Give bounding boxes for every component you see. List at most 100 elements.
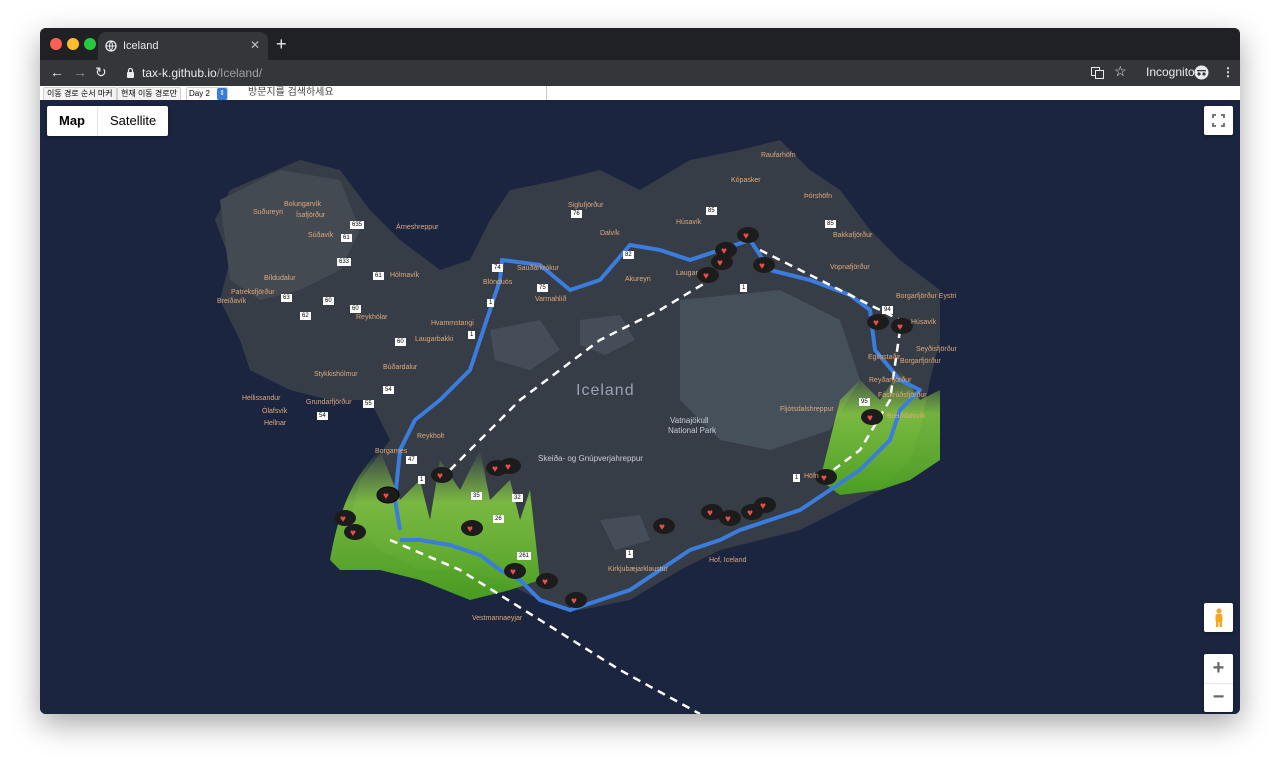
- place-label: Húsavík: [911, 319, 937, 326]
- place-label: Siglufjörður: [568, 202, 604, 209]
- address-bar[interactable]: tax-k.github.io/Iceland/: [122, 62, 1082, 84]
- map-type-satellite-button[interactable]: Satellite: [98, 106, 168, 136]
- svg-text:♥: ♥: [721, 246, 727, 257]
- heart-marker-icon: ♥: [334, 510, 356, 526]
- road-shield: 63: [281, 294, 292, 302]
- place-label: Sauðárkrókur: [517, 265, 560, 272]
- day-select[interactable]: Day 2 ⇕: [186, 87, 228, 101]
- place-label: Raufarhöfn: [761, 152, 796, 159]
- fullscreen-button[interactable]: [1204, 106, 1233, 135]
- svg-text:♥: ♥: [340, 514, 346, 525]
- svg-text:♥: ♥: [703, 271, 709, 282]
- place-label: Búðardalur: [383, 364, 418, 371]
- place-label: Suðureyri: [253, 209, 283, 216]
- place-label: Árneshreppur: [396, 224, 439, 231]
- place-label: Blönduós: [483, 279, 513, 286]
- marker-layer: ♥ ♥ ♥ ♥ ♥ ♥ ♥ ♥ ♥ ♥ ♥ ♥ ♥ ♥ ♥ ♥ ♥ ♥ ♥ ♥ …: [334, 227, 913, 608]
- incognito-icon[interactable]: [1194, 65, 1209, 80]
- heart-marker-icon: ♥: [891, 318, 913, 334]
- zoom-in-button[interactable]: +: [1204, 654, 1233, 684]
- street-view-pegman-button[interactable]: [1204, 603, 1233, 632]
- maximize-window-button[interactable]: [84, 38, 96, 50]
- new-tab-button[interactable]: +: [276, 34, 287, 55]
- svg-text:♥: ♥: [571, 596, 577, 607]
- place-label: Fáskrúðsfjörður: [878, 392, 927, 399]
- place-label: Hof, Iceland: [709, 557, 747, 564]
- svg-text:♥: ♥: [897, 322, 903, 333]
- minimize-window-button[interactable]: [67, 38, 79, 50]
- heart-marker-icon: ♥: [536, 573, 558, 589]
- browser-menu-icon[interactable]: ⋮: [1222, 65, 1234, 79]
- heart-marker-icon: ♥: [565, 592, 587, 608]
- road-shield: 261: [517, 552, 532, 560]
- country-label: Iceland: [576, 382, 635, 399]
- close-window-button[interactable]: [50, 38, 62, 50]
- reload-button[interactable]: ↻: [95, 64, 107, 81]
- svg-text:♥: ♥: [437, 471, 443, 482]
- heart-marker-icon: ♥: [431, 467, 453, 483]
- bookmark-star-icon[interactable]: ☆: [1114, 63, 1127, 80]
- svg-text:♥: ♥: [821, 473, 827, 484]
- tab-title: Iceland: [123, 40, 159, 52]
- heart-marker-icon: ♥: [754, 497, 776, 513]
- place-label: Borgarnes: [375, 448, 408, 455]
- heart-marker-icon: ♥: [653, 518, 675, 534]
- place-label: Kirkjubæjarklaustur: [608, 566, 668, 573]
- glacier-label-line2: National Park: [668, 426, 717, 435]
- tab-close-icon[interactable]: ✕: [250, 38, 260, 52]
- svg-text:♥: ♥: [505, 462, 511, 473]
- place-label: Borgarfjörður Eystri: [896, 293, 957, 300]
- browser-window: Iceland ✕ + ← → ↻ tax-k.github.io/Icelan…: [40, 28, 1240, 714]
- svg-text:♥: ♥: [467, 524, 473, 535]
- road-shield: 60: [395, 338, 406, 346]
- place-label: Varmahlíð: [535, 296, 567, 303]
- place-label: Patreksfjörður: [231, 289, 275, 296]
- title-bar: Iceland ✕ +: [40, 28, 1240, 60]
- place-label: Fljótsdalshreppur: [780, 406, 834, 413]
- road-shield: 35: [471, 492, 482, 500]
- place-label: Súðavík: [308, 232, 334, 239]
- heart-marker-icon: ♥: [344, 524, 366, 540]
- road-shield: 60: [350, 305, 361, 313]
- road-shield: 85: [825, 220, 836, 228]
- road-shield: 1: [418, 476, 426, 484]
- road-shield: 1: [740, 284, 748, 292]
- translate-icon[interactable]: [1091, 67, 1104, 79]
- place-label: Húsavík: [676, 219, 702, 226]
- svg-text:♥: ♥: [542, 577, 548, 588]
- app-controls-bar: 이동 경로 순서 마커 현재 이동 경로만 Day 2 ⇕ 방문지를 검색하세요: [40, 86, 1240, 101]
- place-label: Breiðdalsvík: [887, 413, 926, 420]
- place-label: Laugarbakki: [415, 336, 454, 343]
- heart-marker-icon: ♥: [861, 409, 883, 425]
- zoom-out-button[interactable]: −: [1204, 684, 1233, 712]
- place-label: Bakkafjörður: [833, 232, 873, 239]
- svg-text:♥: ♥: [725, 514, 731, 525]
- place-label: Hvammstangi: [431, 320, 474, 327]
- road-shield: 82: [623, 251, 634, 259]
- current-route-only-button[interactable]: 현재 이동 경로만: [117, 87, 181, 101]
- map-canvas[interactable]: ♥ ♥ ♥ ♥ ♥ ♥ ♥ ♥ ♥ ♥ ♥ ♥ ♥ ♥ ♥ ♥ ♥ ♥ ♥ ♥ …: [40, 100, 1240, 714]
- browser-toolbar: ← → ↻ tax-k.github.io/Iceland/ ☆ Incogni…: [40, 60, 1240, 86]
- svg-text:♥: ♥: [659, 522, 665, 533]
- road-shield: 47: [406, 456, 417, 464]
- road-shield: 54: [317, 412, 328, 420]
- svg-text:♥: ♥: [717, 258, 723, 269]
- lock-icon: [127, 67, 134, 78]
- heart-marker-icon: ♥: [737, 227, 759, 243]
- road-shield: 635: [350, 221, 365, 229]
- place-search-input[interactable]: 방문지를 검색하세요: [244, 86, 547, 100]
- road-shield: 60: [323, 297, 334, 305]
- place-label: Hellissandur: [242, 395, 281, 402]
- heart-marker-icon: ♥: [867, 314, 889, 330]
- road-shield: 32: [512, 494, 523, 502]
- place-label: Egilsstaðir: [868, 354, 901, 361]
- forward-button[interactable]: →: [73, 64, 87, 80]
- map-type-map-button[interactable]: Map: [47, 106, 98, 136]
- heart-marker-icon: ♥: [499, 458, 521, 474]
- route-order-marker-button[interactable]: 이동 경로 순서 마커: [43, 87, 117, 101]
- road-shield: 94: [882, 306, 893, 314]
- svg-text:♥: ♥: [743, 231, 749, 242]
- browser-tab[interactable]: Iceland ✕: [98, 32, 268, 60]
- back-button[interactable]: ←: [50, 64, 64, 80]
- globe-icon: [105, 40, 117, 52]
